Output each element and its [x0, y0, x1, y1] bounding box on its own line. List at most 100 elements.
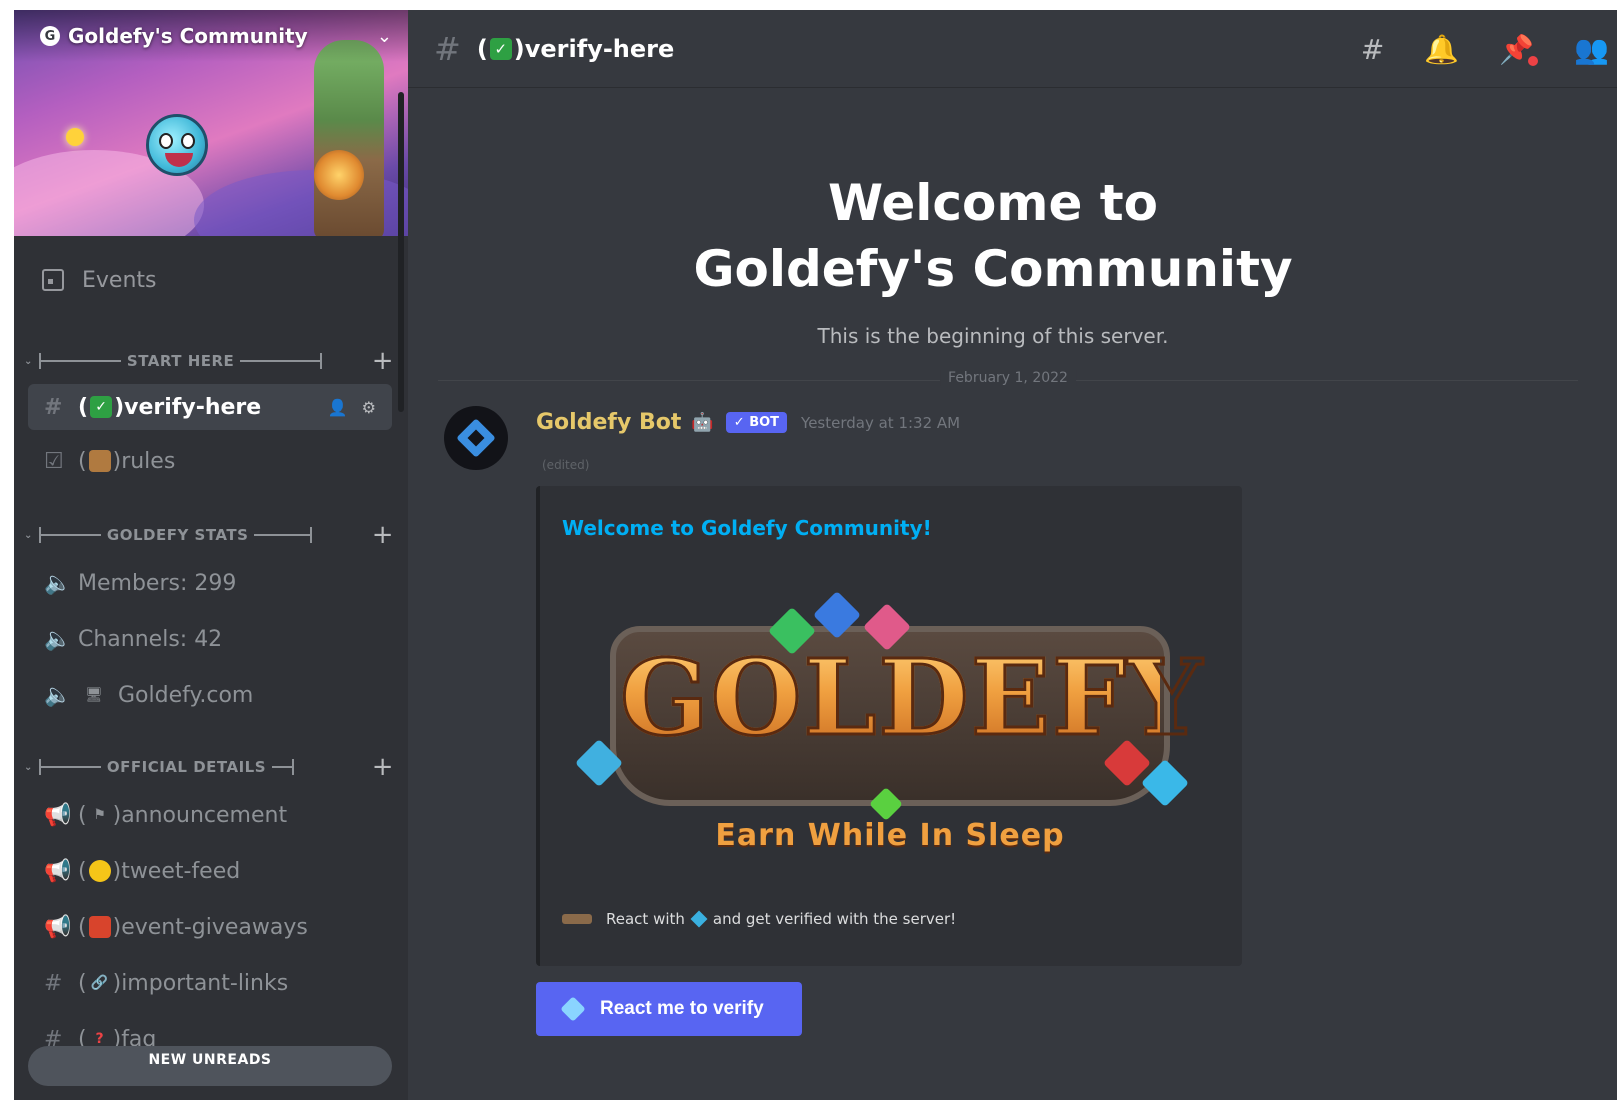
date-divider: February 1, 2022	[438, 370, 1578, 390]
channel-label: important-links	[121, 970, 289, 996]
embed-footer: React with and get verified with the ser…	[562, 910, 956, 928]
bracket: )	[114, 394, 125, 420]
add-channel-icon[interactable]: +	[372, 520, 394, 550]
checkbox-icon: ☑	[44, 448, 64, 474]
bracket: )	[112, 802, 122, 828]
add-channel-icon[interactable]: +	[372, 346, 394, 376]
threads-icon[interactable]: #	[1361, 33, 1384, 66]
channel-label: Goldefy.com	[118, 682, 254, 708]
header-toolbar: # 🔔 📌 👥	[1361, 10, 1617, 88]
chat-area: # (✓) verify-here # 🔔 📌 👥 Welcome to Gold…	[408, 10, 1617, 1100]
hash-icon: #	[434, 29, 461, 68]
channel-important-links[interactable]: # (🔗) important-links	[28, 960, 392, 1006]
channel-event-giveaways[interactable]: 📢 () event-giveaways	[28, 904, 392, 950]
channel-verify-here[interactable]: # (✓) verify-here 👤 ⚙	[28, 384, 392, 430]
mascot-eye	[181, 133, 195, 149]
bell-icon[interactable]: 🔔	[1424, 33, 1459, 66]
chevron-down-icon[interactable]: ⌄	[377, 26, 392, 47]
bracket: )	[112, 448, 122, 474]
banner-coin	[66, 128, 84, 146]
category-line	[40, 766, 101, 768]
computer-icon: 🖥	[85, 687, 103, 703]
members-icon[interactable]: 👥	[1574, 33, 1609, 66]
author-name[interactable]: Goldefy Bot	[536, 410, 681, 435]
category-label: OFFICIAL DETAILS	[106, 758, 267, 776]
logo-tagline: Earn While In Sleep	[715, 818, 1065, 853]
banner-tree	[314, 40, 384, 236]
server-badge-icon: G	[40, 26, 60, 46]
category-goldefy-stats[interactable]: ⌄ GOLDEFY STATS +	[24, 520, 394, 550]
banner-orb	[314, 150, 364, 200]
add-channel-icon[interactable]: +	[372, 752, 394, 782]
channel-tweet-feed[interactable]: 📢 () tweet-feed	[28, 848, 392, 894]
collapse-arrow-icon: ⌄	[24, 529, 33, 541]
footer-icon	[562, 914, 592, 924]
server-banner: G Goldefy's Community ⌄	[14, 10, 408, 236]
notification-dot	[1528, 55, 1539, 66]
embed-title[interactable]: Welcome to Goldefy Community!	[562, 516, 932, 540]
edited-label: (edited)	[542, 458, 590, 472]
speaker-icon: 🔈	[44, 682, 72, 708]
category-line	[320, 353, 323, 369]
invite-icon[interactable]: 👤	[328, 398, 348, 417]
calendar-icon	[42, 269, 64, 291]
channel-title: (✓) verify-here	[477, 35, 674, 63]
avatar[interactable]	[444, 406, 508, 470]
hash-icon: #	[44, 394, 63, 420]
welcome-subtitle: This is the beginning of this server.	[817, 324, 1169, 348]
gear-icon[interactable]: ⚙	[362, 398, 376, 417]
channel-label: announcement	[121, 802, 288, 828]
message-timestamp: Yesterday at 1:32 AM	[801, 413, 961, 432]
goldefy-logo: GOLDEFY Earn While In Sleep	[570, 590, 1210, 866]
bracket: (	[78, 802, 87, 828]
channel-website[interactable]: 🔈 🖥 Goldefy.com	[28, 672, 392, 718]
message-embed: Welcome to Goldefy Community! GOLDEFY Ea…	[536, 486, 1242, 966]
channel-label: verify-here	[124, 394, 262, 420]
sidebar-scrollbar[interactable]	[398, 92, 404, 412]
message-header: Goldefy Bot 🤖 ✓ BOT Yesterday at 1:32 AM	[536, 410, 960, 435]
category-start-here[interactable]: ⌄ START HERE +	[24, 346, 394, 376]
footer-text-pre: React with	[606, 910, 685, 928]
category-label: GOLDEFY STATS	[106, 526, 249, 544]
channel-label: Members: 299	[78, 570, 237, 596]
category-label: START HERE	[126, 352, 235, 370]
channel-channels-count[interactable]: 🔈 Channels: 42	[28, 616, 392, 662]
bracket: (	[78, 970, 87, 996]
channel-label: Channels: 42	[78, 626, 223, 652]
flag-icon: ⚑	[93, 807, 106, 823]
bracket: )	[112, 914, 122, 940]
channel-header: # (✓) verify-here # 🔔 📌 👥	[408, 10, 1617, 88]
banner-mascot	[146, 114, 208, 176]
bird-icon	[88, 860, 111, 882]
collapse-arrow-icon: ⌄	[24, 355, 33, 367]
react-verify-button[interactable]: React me to verify	[536, 982, 802, 1036]
channel-sidebar: G Goldefy's Community ⌄ Events ⌄ START H…	[14, 10, 408, 1100]
discord-window: G Goldefy's Community ⌄ Events ⌄ START H…	[14, 10, 1617, 1100]
new-unreads-button[interactable]: NEW UNREADS	[28, 1046, 392, 1086]
category-official-details[interactable]: ⌄ OFFICIAL DETAILS +	[24, 752, 394, 782]
welcome-section: Welcome to Goldefy's Community This is t…	[408, 170, 1578, 348]
welcome-title-line2: Goldefy's Community	[693, 240, 1293, 298]
megaphone-icon: 📢	[44, 858, 72, 884]
channel-members[interactable]: 🔈 Members: 299	[28, 560, 392, 606]
bracket: (	[78, 914, 87, 940]
bracket: (	[78, 394, 89, 420]
check-icon: ✓	[489, 37, 512, 60]
bot-logo-icon	[456, 418, 496, 458]
pin-icon[interactable]: 📌	[1499, 33, 1539, 66]
category-line	[40, 534, 101, 536]
collapse-arrow-icon: ⌄	[24, 761, 33, 773]
robot-icon: 🤖	[691, 412, 714, 433]
channel-tools: 👤 ⚙	[328, 398, 376, 417]
events-label: Events	[82, 267, 157, 293]
check-icon: ✓	[90, 396, 113, 418]
events-item[interactable]: Events	[42, 262, 157, 298]
channel-label: rules	[121, 448, 176, 474]
channel-announcement[interactable]: 📢 (⚑) announcement	[28, 792, 392, 838]
category-line	[310, 527, 313, 543]
gift-icon	[88, 916, 111, 938]
channel-rules[interactable]: ☑ () rules	[28, 438, 392, 484]
speaker-icon: 🔈	[44, 570, 72, 596]
server-header[interactable]: G Goldefy's Community ⌄	[14, 10, 408, 62]
react-verify-label: React me to verify	[600, 998, 764, 1019]
